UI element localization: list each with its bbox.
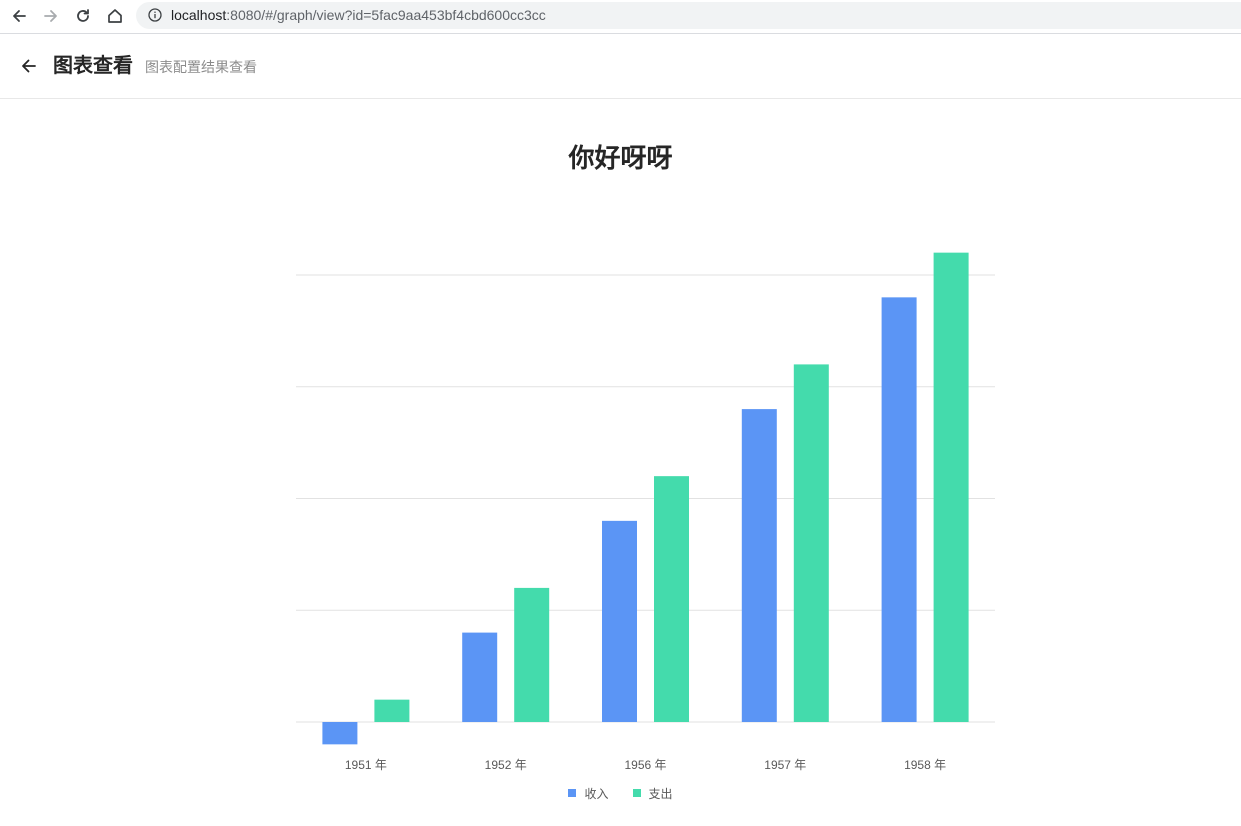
legend-item[interactable]: 支出 [632,785,673,802]
bar-expense[interactable] [933,252,969,722]
chart-legend: 收入 支出 [0,784,1241,802]
legend-label: 支出 [648,786,673,801]
legend-label: 收入 [584,786,609,801]
legend-swatch [632,789,641,797]
bar-expense[interactable] [514,587,550,722]
x-tick-label: 1957 年 [764,758,806,772]
bar-expense[interactable] [654,476,689,722]
legend-swatch [568,789,577,797]
bar-income[interactable] [602,520,637,722]
x-tick-label: 1956 年 [624,758,666,772]
x-tick-label: 1951 年 [345,758,387,772]
bar-income[interactable] [322,722,358,745]
bar-expense[interactable] [793,364,829,722]
x-tick-label: 1952 年 [485,758,527,772]
bar-income[interactable] [881,297,917,722]
bar-expense[interactable] [374,699,410,722]
x-tick-label: 1958 年 [904,758,946,772]
bar-income[interactable] [741,409,777,722]
bar-income[interactable] [462,632,498,722]
legend-item[interactable]: 收入 [568,785,609,802]
bar-chart: 1951 年 1952 年 1956 年 1957 年 1958 年 [296,252,995,772]
